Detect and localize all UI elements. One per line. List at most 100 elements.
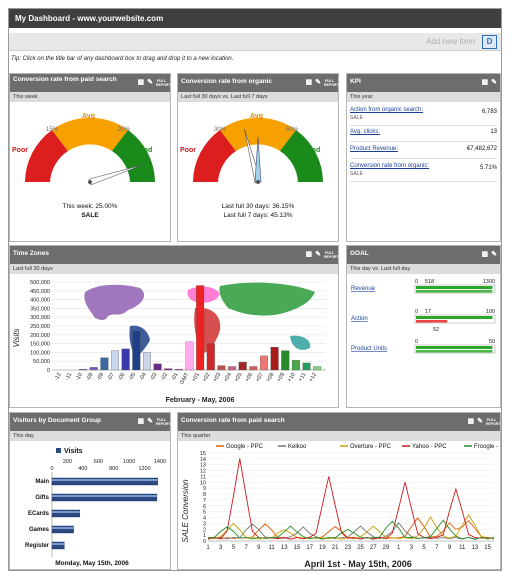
gauge-chart: Poor Avg Good 15% 20% This week: 25.00% …: [12, 113, 155, 219]
x-tick-label: 3: [410, 545, 414, 551]
panel-time-zones: Time Zones ▦ ✎ FULL REPORT Last full 30 da…: [9, 245, 339, 408]
bar-+01[interactable]: [196, 285, 205, 371]
chart-y-ticks: 500,000 450,000 400,000 350,000 300,000 250,0…: [30, 280, 50, 374]
legend-label: Visits: [64, 448, 83, 455]
dashboard-frame: My Dashboard - www.yourwebsite.com Add n…: [8, 8, 502, 571]
x-tick-bottom: 400: [78, 466, 87, 472]
kpi-label-link[interactable]: Conversion rate from organic:: [350, 163, 429, 169]
bar-GMT[interactable]: [185, 341, 194, 371]
bar-+10[interactable]: [291, 360, 300, 371]
panel-title-bar[interactable]: Conversion rate from organic ▦ ✎ FULL REPO…: [178, 74, 338, 92]
trash-icon[interactable]: ▦: [306, 250, 313, 260]
pencil-icon[interactable]: ✎: [147, 417, 153, 427]
full-report-button[interactable]: FULL REPORT: [156, 418, 170, 426]
goal-label-link[interactable]: Action: [351, 316, 368, 322]
pencil-icon[interactable]: ✎: [315, 78, 321, 88]
bar-+12[interactable]: [313, 366, 322, 371]
panel-subtitle: This day: [10, 431, 170, 441]
bar--01[interactable]: [174, 368, 183, 371]
bar-+06[interactable]: [249, 366, 258, 371]
trash-icon[interactable]: ▦: [306, 78, 313, 88]
full-report-button[interactable]: FULL REPORT: [156, 79, 170, 87]
bar--04[interactable]: [142, 352, 151, 371]
panel-title-bar[interactable]: Time Zones ▦ ✎ FULL REPORT: [10, 246, 338, 264]
goal-label-link[interactable]: Revenue: [351, 286, 376, 292]
goal-bar-today: [416, 286, 493, 289]
bar--07[interactable]: [111, 350, 120, 371]
trash-icon[interactable]: ▦: [138, 78, 145, 88]
bar-+05[interactable]: [238, 361, 247, 371]
kpi-label-link[interactable]: Product Revenue:: [350, 146, 398, 152]
goal-scale-min: 0: [415, 279, 418, 285]
panel-title-bar[interactable]: Conversion rate from paid search ▦ ✎ FULL …: [178, 413, 500, 431]
bar-+08[interactable]: [270, 346, 279, 371]
full-report-button[interactable]: FULL REPORT: [486, 418, 500, 426]
bar--08[interactable]: [100, 357, 109, 371]
x-tick-label: -08: [96, 372, 105, 382]
y-tick-label: 0: [47, 368, 50, 374]
trash-icon[interactable]: ▦: [482, 78, 489, 88]
bar-+04[interactable]: [228, 366, 237, 371]
x-tick-top: 1000: [123, 459, 135, 465]
x-tick-label: -07: [107, 372, 116, 382]
chart-y-label: SALE Conversion: [181, 479, 190, 543]
bar--03[interactable]: [153, 363, 162, 371]
bar--02[interactable]: [164, 368, 173, 371]
kpi-sublabel: SALE: [350, 171, 363, 177]
x-tick-label: +08: [266, 372, 276, 383]
panel-title-bar[interactable]: KPI ▦ ✎: [347, 74, 500, 92]
bar-highlight: [52, 543, 65, 545]
panel-title-bar[interactable]: Visitors by Document Group ▦ ✎ FULL REPORT: [10, 413, 170, 431]
bar--10[interactable]: [79, 368, 88, 371]
pencil-icon[interactable]: ✎: [477, 417, 483, 427]
panel-title-bar[interactable]: Conversion rate from paid search ▦ ✎ FULL …: [10, 74, 170, 92]
y-tick-label: 500,000: [30, 280, 50, 286]
goal-scale-max: 100: [486, 309, 495, 315]
full-report-button[interactable]: FULL REPORT: [324, 251, 338, 259]
panel-title: KPI: [350, 78, 361, 85]
goal-label-link[interactable]: Product Units: [351, 346, 387, 352]
pencil-icon[interactable]: ✎: [315, 250, 321, 260]
pencil-icon[interactable]: ✎: [491, 78, 497, 88]
bar--05[interactable]: [132, 331, 141, 371]
gauge-value-line2: Last full 7 days: 45.13%: [223, 212, 292, 219]
bar-+09[interactable]: [281, 350, 290, 371]
x-tick-top: 200: [63, 459, 72, 465]
kpi-value: 13: [490, 129, 497, 135]
x-tick-bottom: 1200: [138, 466, 150, 472]
x-tick-bottom: 0: [50, 466, 53, 472]
bar-highlight: [52, 527, 74, 529]
goal-bar-today: [416, 346, 493, 349]
bar--06[interactable]: [121, 348, 130, 371]
bar-+03[interactable]: [217, 365, 226, 371]
kpi-label-link[interactable]: Action from organic search:: [350, 107, 423, 113]
chart-x-label: April 1st - May 15th, 2006: [304, 559, 412, 569]
paid-search-line-chart: SALE Conversion April 1st - May 15th, 20…: [181, 444, 500, 569]
x-tick-label: -06: [117, 372, 126, 382]
bar--09[interactable]: [89, 367, 98, 371]
gauge-tick-high: 50%: [286, 127, 299, 133]
legend-label: Yahoo - PPC: [412, 444, 447, 450]
pencil-icon[interactable]: ✎: [147, 78, 153, 88]
add-item-link[interactable]: Add new Item: [426, 37, 475, 46]
trash-icon[interactable]: ▦: [482, 250, 489, 260]
x-tick-label: 3: [219, 545, 223, 551]
x-tick-label: +03: [212, 372, 222, 383]
trash-icon[interactable]: ▦: [138, 417, 145, 427]
gauge-value-line1: Last full 30 days: 36.15%: [222, 203, 295, 210]
panel-title-bar[interactable]: GOAL ▦ ✎: [347, 246, 500, 264]
gauge-poor-label: Poor: [12, 147, 28, 154]
bar-+11[interactable]: [302, 362, 311, 371]
trash-icon[interactable]: ▦: [468, 417, 475, 427]
series-line-2[interactable]: [207, 513, 495, 540]
add-item-icon[interactable]: D: [482, 35, 497, 49]
bar-+07[interactable]: [260, 355, 268, 371]
panel-paid-search-gauge: Conversion rate from paid search ▦ ✎ FULL …: [9, 73, 171, 242]
full-report-button[interactable]: FULL REPORT: [324, 79, 338, 87]
pencil-icon[interactable]: ✎: [491, 250, 497, 260]
goal-scale-min: 0: [415, 339, 418, 345]
kpi-label-link[interactable]: Avg. clicks:: [350, 129, 380, 135]
gauge-hub: [88, 180, 92, 184]
bar-+02[interactable]: [206, 343, 215, 371]
panel-title: Conversion rate from organic: [181, 78, 273, 85]
